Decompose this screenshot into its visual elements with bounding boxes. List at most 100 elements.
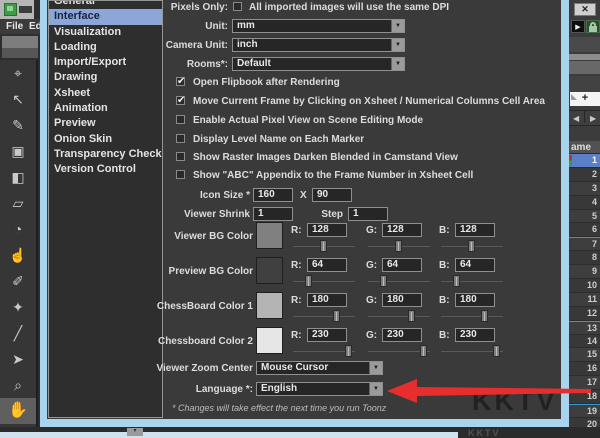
brush-tool[interactable]: ✎ — [0, 112, 36, 138]
frame-row[interactable]: 9 — [569, 265, 600, 280]
chevron-down-icon[interactable]: ▼ — [391, 58, 404, 70]
sidebar-item-onion-skin[interactable]: Onion Skin — [49, 132, 162, 147]
b-slider[interactable] — [441, 310, 503, 322]
next-frame-icon[interactable]: ▶ — [590, 111, 596, 127]
color-swatch[interactable] — [256, 292, 283, 319]
sidebar-item-general[interactable]: General — [49, 1, 162, 9]
move-current-frame-checkbox[interactable]: ✔ — [176, 96, 185, 106]
color-swatch[interactable] — [256, 327, 283, 354]
fill-tool[interactable]: ◧ — [0, 164, 36, 190]
selection-tool[interactable]: ↖ — [0, 86, 36, 112]
actual-pixel-view-checkbox[interactable]: ✔ — [176, 115, 185, 124]
hand-tool[interactable]: ✋ — [0, 398, 36, 424]
color-swatch[interactable] — [256, 257, 283, 284]
b-value-field[interactable]: 128 — [455, 223, 495, 237]
sidebar-item-animation[interactable]: Animation — [49, 101, 162, 116]
frame-row[interactable]: 8 — [569, 251, 600, 266]
g-slider[interactable] — [368, 310, 430, 322]
style-picker-tool[interactable]: ☝ — [0, 242, 36, 268]
b-slider[interactable] — [441, 275, 503, 287]
viewer-zoom-center-dropdown[interactable]: Mouse Cursor ▼ — [256, 361, 383, 375]
frame-row[interactable]: 10 — [569, 279, 600, 293]
b-slider[interactable] — [441, 345, 503, 357]
slider-handle[interactable] — [344, 345, 352, 357]
r-value-field[interactable]: 128 — [307, 223, 347, 237]
display-level-name-checkbox[interactable]: ✔ — [176, 134, 185, 143]
chevron-down-icon[interactable]: ▼ — [391, 20, 404, 32]
add-frame-button[interactable]: + — [570, 92, 600, 106]
g-value-field[interactable]: 128 — [382, 223, 422, 237]
slider-handle[interactable] — [419, 345, 427, 357]
frame-row[interactable]: 16 — [569, 362, 600, 377]
r-slider[interactable] — [293, 275, 355, 287]
g-slider[interactable] — [368, 240, 430, 252]
unit-dropdown[interactable]: mm ▼ — [232, 19, 405, 33]
frame-row[interactable]: 14 — [569, 334, 600, 349]
chevron-down-icon[interactable]: ▼ — [369, 362, 382, 374]
sidebar-item-import-export[interactable]: Import/Export — [49, 55, 162, 70]
b-slider[interactable] — [441, 240, 503, 252]
sidebar-item-transparency-check[interactable]: Transparency Check — [49, 147, 162, 162]
scroll-button[interactable]: ▾ — [127, 428, 143, 436]
g-value-field[interactable]: 64 — [382, 258, 422, 272]
slider-handle[interactable] — [304, 275, 312, 287]
open-flipbook-checkbox[interactable]: ✔ — [176, 77, 185, 87]
r-value-field[interactable]: 230 — [307, 328, 347, 342]
sidebar-item-preview[interactable]: Preview — [49, 116, 162, 131]
step-field[interactable]: 1 — [348, 207, 388, 221]
sidebar-item-xsheet[interactable]: Xsheet — [49, 86, 162, 101]
frame-row[interactable]: 4 — [569, 195, 600, 210]
g-slider[interactable] — [368, 345, 430, 357]
icon-size-height-field[interactable]: 90 — [312, 188, 352, 202]
language-dropdown[interactable]: English ▼ — [256, 382, 383, 396]
frame-row[interactable]: 12 — [569, 306, 600, 321]
icon-size-width-field[interactable]: 160 — [253, 188, 293, 202]
frame-row[interactable]: 1 — [569, 154, 600, 168]
r-value-field[interactable]: 180 — [307, 293, 347, 307]
rooms-dropdown[interactable]: Default ▼ — [232, 57, 405, 71]
r-slider[interactable] — [293, 240, 355, 252]
b-value-field[interactable]: 64 — [455, 258, 495, 272]
slider-handle[interactable] — [395, 240, 402, 252]
abc-appendix-checkbox[interactable]: ✔ — [176, 170, 185, 179]
sidebar-item-drawing[interactable]: Drawing — [49, 70, 162, 85]
r-slider[interactable] — [293, 345, 355, 357]
sidebar-item-loading[interactable]: Loading — [49, 40, 162, 55]
rgb-picker-tool[interactable]: ✐ — [0, 268, 36, 294]
g-value-field[interactable]: 180 — [382, 293, 422, 307]
camera-unit-dropdown[interactable]: inch ▼ — [232, 38, 405, 52]
slider-handle[interactable] — [481, 310, 489, 322]
color-swatch[interactable] — [256, 222, 283, 249]
pixels-only-checkbox[interactable]: ✔ — [233, 2, 242, 11]
chevron-down-icon[interactable]: ▼ — [369, 383, 382, 395]
sidebar-item-version-control[interactable]: Version Control — [49, 162, 162, 177]
frame-row[interactable]: 2 — [569, 167, 600, 182]
b-value-field[interactable]: 230 — [455, 328, 495, 342]
menu-file[interactable]: File — [6, 19, 23, 34]
geometric-tool[interactable]: ▣ — [0, 138, 36, 164]
zoom-tool[interactable]: ⌕ — [0, 372, 36, 398]
sidebar-item-visualization[interactable]: Visualization — [49, 25, 162, 40]
chevron-down-icon[interactable]: ▼ — [391, 39, 404, 51]
frame-row[interactable]: 19 — [569, 404, 600, 418]
playback-icon[interactable]: ▶ — [571, 20, 585, 33]
slider-handle[interactable] — [492, 345, 500, 357]
slider-handle[interactable] — [379, 275, 387, 287]
eraser-tool[interactable]: ▱ — [0, 190, 36, 216]
frame-row[interactable]: 7 — [569, 237, 600, 252]
cursor-tool[interactable]: ➤ — [0, 346, 36, 372]
raster-darken-checkbox[interactable]: ✔ — [176, 152, 185, 161]
slider-handle[interactable] — [452, 275, 460, 287]
animate-tool[interactable]: ⌖ — [0, 60, 36, 86]
control-point-tool[interactable]: ✦ — [0, 294, 36, 320]
g-slider[interactable] — [368, 275, 430, 287]
frame-row[interactable]: 13 — [569, 320, 600, 335]
frame-row[interactable]: 11 — [569, 292, 600, 307]
frame-row[interactable]: 3 — [569, 181, 600, 196]
lock-icon[interactable] — [586, 20, 600, 33]
r-value-field[interactable]: 64 — [307, 258, 347, 272]
frame-row[interactable]: 15 — [569, 348, 600, 363]
frame-row[interactable]: 5 — [569, 209, 600, 224]
b-value-field[interactable]: 180 — [455, 293, 495, 307]
frame-row[interactable]: 6 — [569, 223, 600, 238]
